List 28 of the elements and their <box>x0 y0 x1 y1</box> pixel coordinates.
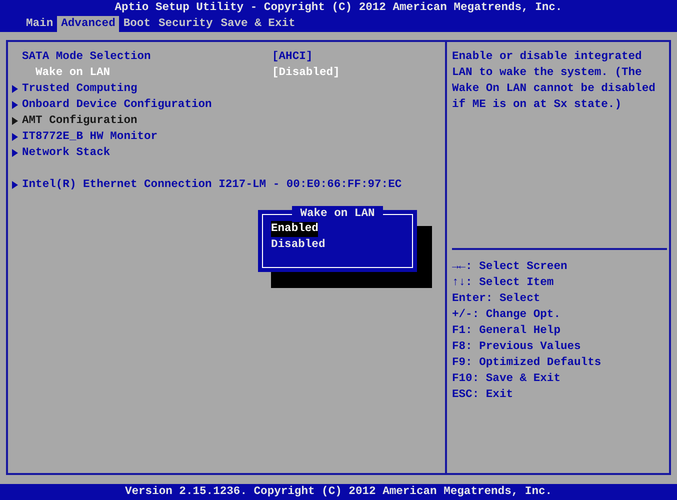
submenu-item[interactable]: IT8772E_B HW Monitor <box>22 129 158 145</box>
key-hint: F9: Optimized Defaults <box>452 356 602 371</box>
key-hint: F10: Save & Exit <box>452 372 562 387</box>
version-text: Version 2.15.1236. Copyright (C) 2012 American Megatrends, Inc. <box>124 484 552 500</box>
submenu-item[interactable]: Network Stack <box>22 145 110 161</box>
setting-value[interactable]: [AHCI] <box>272 49 313 65</box>
submenu-item[interactable]: Onboard Device Configuration <box>22 97 212 113</box>
submenu-item[interactable]: Intel(R) Ethernet Connection I217-LM - 00:E0:66:FF:97:EC <box>22 177 402 193</box>
popup-title: Wake on LAN <box>292 206 383 222</box>
key-hint: Enter: Select <box>452 292 542 307</box>
menu-tab[interactable]: Advanced <box>57 16 120 32</box>
menu-tab[interactable]: Boot <box>119 16 154 32</box>
key-hint: F1: General Help <box>452 324 562 339</box>
menu-tab[interactable]: Main <box>22 16 58 32</box>
popup-option[interactable]: Enabled <box>271 221 318 237</box>
menu-tab[interactable]: Security <box>154 16 217 32</box>
key-hint: +/-: Change Opt. <box>452 308 562 323</box>
submenu-item[interactable]: Trusted Computing <box>22 81 138 97</box>
menu-tab[interactable]: Save & Exit <box>216 16 300 32</box>
submenu-arrow-icon <box>12 181 18 189</box>
help-text: Enable or disable integrated LAN to wake the system. (The Wake On LAN cannot be disabled if ME is on at Sx state.) <box>452 50 656 113</box>
key-hint: ESC: Exit <box>452 388 514 403</box>
window-title: Aptio Setup Utility - Copyright (C) 2012 American Megatrends, Inc. <box>114 0 562 16</box>
popup-option[interactable]: Disabled <box>271 237 326 253</box>
key-hint: →←: Select Screen <box>452 260 568 275</box>
key-hint: F8: Previous Values <box>452 340 582 355</box>
key-hint: ↑↓: Select Item <box>452 276 555 291</box>
setting-label[interactable]: SATA Mode Selection <box>22 49 272 65</box>
